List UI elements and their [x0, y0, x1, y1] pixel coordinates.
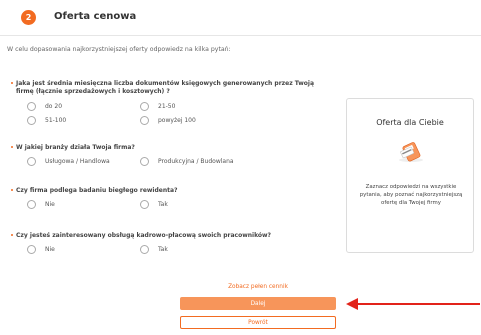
- radio-icon[interactable]: [140, 200, 149, 209]
- radio-icon[interactable]: [140, 157, 149, 166]
- question-industry: W jakiej branży działa Twoja firma?: [11, 144, 331, 152]
- option-label: Produkcyjna / Budowlana: [158, 158, 234, 165]
- offer-card: Oferta dla Ciebie Zaznacz odpowiedzi na …: [346, 98, 474, 253]
- option-auditor-nie[interactable]: Nie: [27, 200, 55, 209]
- option-label: 51-100: [45, 117, 67, 124]
- next-button[interactable]: Dalej: [180, 297, 336, 310]
- option-payroll-nie[interactable]: Nie: [27, 245, 55, 254]
- option-do-20[interactable]: do 20: [27, 102, 62, 111]
- option-label: 21-50: [158, 103, 176, 110]
- option-powyzej-100[interactable]: powyżej 100: [140, 116, 196, 125]
- radio-icon[interactable]: [27, 245, 36, 254]
- question-label: Jaka jest średnia miesięczna liczba doku…: [16, 80, 314, 95]
- bullet-icon: [11, 189, 13, 191]
- bullet-icon: [11, 146, 13, 148]
- pricelist-link[interactable]: Zobacz pełen cennik: [180, 284, 336, 290]
- intro-text: W celu dopasowania najkorzystniejszej of…: [7, 46, 231, 53]
- bullet-icon: [11, 82, 13, 84]
- step-badge: 2: [21, 10, 36, 25]
- question-documents: Jaka jest średnia miesięczna liczba doku…: [11, 80, 331, 95]
- page-header: 2 Oferta cenowa: [0, 0, 481, 36]
- question-label: W jakiej branży działa Twoja firma?: [16, 144, 135, 151]
- radio-icon[interactable]: [27, 157, 36, 166]
- option-label: Usługowa / Handlowa: [45, 158, 110, 165]
- back-button[interactable]: Powrót: [180, 316, 336, 329]
- radio-icon[interactable]: [27, 200, 36, 209]
- option-label: Nie: [45, 201, 55, 208]
- radio-icon[interactable]: [140, 116, 149, 125]
- question-label: Czy firma podlega badaniu biegłego rewid…: [16, 187, 178, 194]
- page-title: Oferta cenowa: [54, 11, 137, 22]
- question-payroll: Czy jesteś zainteresowany obsługą kadrow…: [11, 232, 331, 240]
- radio-icon[interactable]: [27, 102, 36, 111]
- offer-card-text: Zaznacz odpowiedzi na wszystkie pytania,…: [359, 184, 463, 206]
- option-produkcyjna-budowlana[interactable]: Produkcyjna / Budowlana: [140, 157, 234, 166]
- radio-icon[interactable]: [140, 245, 149, 254]
- question-label: Czy jesteś zainteresowany obsługą kadrow…: [16, 232, 272, 239]
- question-auditor: Czy firma podlega badaniu biegłego rewid…: [11, 187, 331, 195]
- option-label: Nie: [45, 246, 55, 253]
- payment-terminal-icon: [399, 142, 423, 162]
- option-51-100[interactable]: 51-100: [27, 116, 66, 125]
- offer-card-title: Oferta dla Ciebie: [376, 118, 444, 127]
- option-uslugowa-handlowa[interactable]: Usługowa / Handlowa: [27, 157, 110, 166]
- radio-icon[interactable]: [140, 102, 149, 111]
- radio-icon[interactable]: [27, 116, 36, 125]
- bullet-icon: [11, 234, 13, 236]
- option-label: Tak: [158, 246, 168, 253]
- option-21-50[interactable]: 21-50: [140, 102, 175, 111]
- option-label: do 20: [45, 103, 63, 110]
- option-payroll-tak[interactable]: Tak: [140, 245, 168, 254]
- option-label: Tak: [158, 201, 168, 208]
- option-auditor-tak[interactable]: Tak: [140, 200, 168, 209]
- annotation-arrow-icon: [346, 298, 480, 310]
- option-label: powyżej 100: [158, 117, 196, 124]
